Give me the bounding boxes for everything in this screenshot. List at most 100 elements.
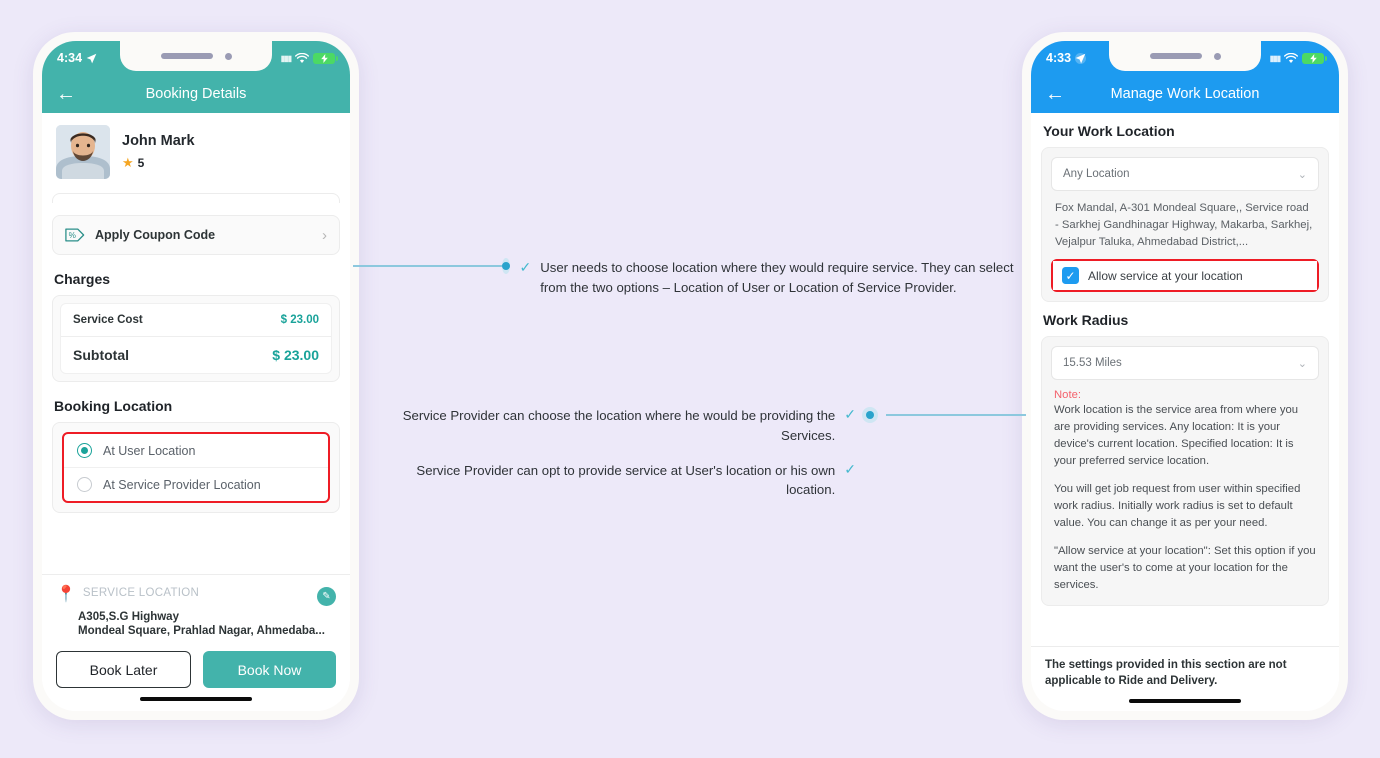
status-bar-left: 4:34 ▮▮▮ <box>42 41 350 75</box>
allow-service-checkbox-row[interactable]: ✓ Allow service at your location <box>1053 261 1317 291</box>
charge-label: Service Cost <box>73 314 143 326</box>
radio-option-label: At Service Provider Location <box>103 477 261 492</box>
work-location-card: Any Location ⌄ Fox Mandal, A-301 Mondeal… <box>1041 147 1329 303</box>
status-time: 4:33 <box>1046 51 1072 65</box>
provider-rating: ★ 5 <box>122 155 195 171</box>
phone-notch <box>120 41 272 71</box>
work-location-footer: The settings provided in this section ar… <box>1031 645 1339 711</box>
phone-mockup-manage-work-location: 4:33 ▮▮▮ ← Manage Work Location Your Wor… <box>1022 32 1348 720</box>
work-radius-select-value: 15.53 Miles <box>1063 357 1122 370</box>
phone-screen-left: 4:34 ▮▮▮ ← Booking Details John Mark ★ 5… <box>42 41 350 711</box>
annotation-service-provider-group: Service Provider can choose the location… <box>372 406 856 500</box>
note-title: Note: <box>1054 389 1082 402</box>
charge-amount: $ 23.00 <box>280 314 319 326</box>
screenshot-canvas: 4:34 ▮▮▮ ← Booking Details John Mark ★ 5… <box>0 0 1380 758</box>
provider-name: John Mark <box>122 133 195 149</box>
status-bar-left-group: 4:33 <box>1046 51 1087 65</box>
wifi-icon <box>295 52 309 63</box>
app-bar-right: ← Manage Work Location <box>1031 75 1339 113</box>
status-time: 4:34 <box>57 51 83 65</box>
radio-option-at-user-location[interactable]: At User Location <box>64 434 328 467</box>
status-bar-right-group: ▮▮▮ <box>1269 52 1327 64</box>
chevron-down-icon: ⌄ <box>1297 168 1307 181</box>
charges-heading: Charges <box>54 271 111 287</box>
rating-value: 5 <box>137 156 145 170</box>
front-camera <box>224 52 232 60</box>
phone-mockup-booking-details: 4:34 ▮▮▮ ← Booking Details John Mark ★ 5… <box>33 32 359 720</box>
radio-option-at-service-provider-location[interactable]: At Service Provider Location <box>64 467 328 501</box>
wifi-icon <box>1284 52 1298 63</box>
charge-label: Subtotal <box>73 347 129 363</box>
scrolled-card-peek <box>52 193 340 203</box>
work-location-select[interactable]: Any Location ⌄ <box>1051 157 1319 191</box>
battery-charging-icon <box>1302 52 1327 64</box>
checkbox-checked-icon: ✓ <box>1062 267 1079 285</box>
service-location-label: SERVICE LOCATION <box>82 587 200 599</box>
provider-card: John Mark ★ 5 <box>42 113 350 193</box>
booking-location-heading: Booking Location <box>54 398 173 414</box>
front-camera <box>1213 52 1221 60</box>
service-address-line1: A305,S.G Highway <box>78 611 179 623</box>
provider-info: John Mark ★ 5 <box>122 133 195 171</box>
chevron-down-icon: ⌄ <box>1297 357 1307 370</box>
avatar <box>56 125 110 179</box>
signal-bars-icon: ▮▮▮ <box>1269 53 1281 63</box>
footer-note-text: The settings provided in this section ar… <box>1045 658 1287 688</box>
radio-icon-unselected <box>77 477 92 492</box>
check-circle-icon: ✓ <box>844 406 856 422</box>
book-later-button[interactable]: Book Later <box>56 651 191 688</box>
charge-amount: $ 23.00 <box>272 347 319 363</box>
back-arrow-icon[interactable]: ← <box>56 84 76 104</box>
booking-location-card: At User Location At Service Provider Loc… <box>52 422 340 513</box>
status-bar-left-group: 4:34 <box>57 51 97 65</box>
annotation-text: Service Provider can choose the location… <box>402 408 836 443</box>
location-arrow-icon <box>86 53 97 63</box>
status-bar-right: 4:33 ▮▮▮ <box>1031 41 1339 75</box>
annotation-text: Service Provider can opt to provide serv… <box>416 462 836 498</box>
charges-table: Service Cost $ 23.00 Subtotal $ 23.00 <box>60 303 332 374</box>
annotation-row: Service Provider can opt to provide serv… <box>372 461 856 501</box>
screen-body-left: John Mark ★ 5 % Apply Coupon Code › Char… <box>42 113 350 711</box>
connector-line-right <box>886 414 1026 416</box>
book-now-button[interactable]: Book Now <box>203 651 336 688</box>
home-indicator <box>140 697 252 701</box>
svg-text:%: % <box>69 231 76 240</box>
connector-line-left <box>353 265 503 267</box>
speaker-grille <box>1149 53 1202 59</box>
status-bar-right-group: ▮▮▮ <box>280 52 338 64</box>
apply-coupon-row[interactable]: % Apply Coupon Code › <box>52 215 340 255</box>
service-location-header: 📍 SERVICE LOCATION ✎ <box>56 587 336 606</box>
work-location-select-value: Any Location <box>1063 168 1130 180</box>
annotation-row: Service Provider can choose the location… <box>372 406 856 446</box>
check-circle-icon: ✓ <box>519 259 532 275</box>
radio-option-label: At User Location <box>103 443 196 458</box>
note-paragraph: Work location is the service area from w… <box>1054 404 1299 468</box>
connector-dot <box>862 407 878 423</box>
allow-service-label: Allow service at your location <box>1088 268 1243 283</box>
charges-card: Service Cost $ 23.00 Subtotal $ 23.00 <box>52 295 340 382</box>
edit-location-icon[interactable]: ✎ <box>317 587 336 606</box>
table-row: Subtotal $ 23.00 <box>61 336 331 373</box>
work-radius-select[interactable]: 15.53 Miles ⌄ <box>1051 346 1319 381</box>
booking-actions: Book Later Book Now <box>56 651 336 688</box>
coupon-tag-icon: % <box>65 228 85 242</box>
table-row: Service Cost $ 23.00 <box>61 304 331 336</box>
back-arrow-icon[interactable]: ← <box>1045 84 1065 104</box>
phone-notch <box>1109 41 1261 71</box>
work-radius-card: 15.53 Miles ⌄ Note: Work location is the… <box>1041 336 1329 606</box>
screen-body-right: Your Work Location Any Location ⌄ Fox Ma… <box>1031 113 1339 711</box>
page-title-manage-work-location: Manage Work Location <box>1110 86 1260 102</box>
annotation-text: User needs to choose location where they… <box>540 260 1014 295</box>
annotation-user-location: ✓ User needs to choose location where th… <box>502 258 1014 298</box>
page-title-booking-details: Booking Details <box>145 86 247 102</box>
star-icon: ★ <box>122 155 134 170</box>
work-radius-heading: Work Radius <box>1043 312 1129 329</box>
note-paragraph: "Allow service at your location": Set th… <box>1054 545 1316 591</box>
check-circle-icon: ✓ <box>844 460 856 477</box>
your-work-location-heading: Your Work Location <box>1043 123 1175 139</box>
note-paragraph: You will get job request from user withi… <box>1054 483 1301 530</box>
apply-coupon-label: Apply Coupon Code <box>95 228 216 242</box>
speaker-grille <box>160 53 213 59</box>
allow-service-highlight: ✓ Allow service at your location <box>1051 259 1319 293</box>
signal-bars-icon: ▮▮▮ <box>280 53 292 63</box>
